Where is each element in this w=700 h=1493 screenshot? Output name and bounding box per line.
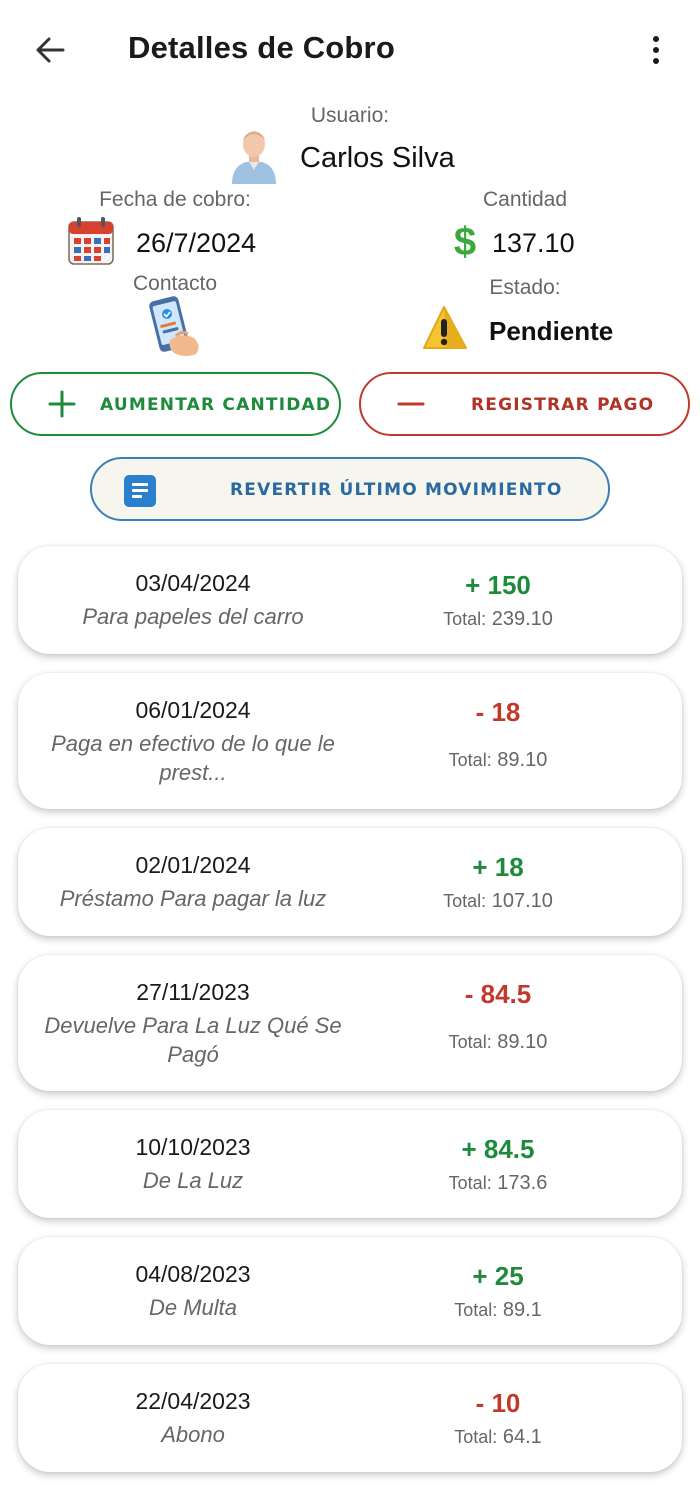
- more-vert-icon: [653, 36, 659, 42]
- register-payment-button[interactable]: REGISTRAR PAGO: [359, 372, 690, 436]
- movement-date: 02/01/2024: [135, 852, 251, 878]
- movement-description: De Multa: [148, 1295, 238, 1320]
- movement-card[interactable]: 02/01/2024 Préstamo Para pagar la luz + …: [18, 828, 682, 936]
- increase-amount-button[interactable]: AUMENTAR CANTIDAD: [10, 372, 341, 436]
- movement-card[interactable]: 27/11/2023 Devuelve Para La Luz Qué Se P…: [18, 955, 682, 1091]
- movement-card[interactable]: 10/10/2023 De La Luz + 84.5 Total: 173.6: [18, 1110, 682, 1218]
- status-value: Pendiente: [489, 316, 614, 346]
- movement-card[interactable]: 22/04/2023 Abono - 10 Total: 64.1: [18, 1364, 682, 1472]
- movement-amount: + 150: [465, 570, 531, 600]
- status-label: Estado:: [489, 276, 561, 299]
- user-avatar-icon: [232, 131, 276, 184]
- movement-description: De La Luz: [142, 1168, 244, 1193]
- amount-value: 137.10: [492, 228, 575, 258]
- movement-date: 06/01/2024: [135, 697, 251, 723]
- movement-total: Total: 64.1: [454, 1426, 542, 1448]
- movement-total: Total: 89.10: [448, 749, 548, 771]
- due-date-value: 26/7/2024: [136, 228, 257, 258]
- increase-amount-label: AUMENTAR CANTIDAD: [100, 395, 332, 415]
- movement-date: 04/08/2023: [135, 1261, 251, 1287]
- movement-description: Paga en efectivo de lo que le prest...: [51, 731, 335, 785]
- movement-card[interactable]: 06/01/2024 Paga en efectivo de lo que le…: [18, 673, 682, 809]
- plus-icon: [48, 390, 76, 418]
- movement-amount: - 84.5: [464, 979, 532, 1009]
- movement-total: Total: 107.10: [443, 890, 553, 912]
- phone-contact-icon[interactable]: [146, 296, 204, 358]
- revert-last-movement-label: REVERTIR ÚLTIMO MOVIMIENTO: [230, 480, 563, 500]
- movement-amount: + 84.5: [461, 1134, 535, 1164]
- movement-date: 22/04/2023: [135, 1388, 251, 1414]
- minus-icon: [397, 402, 425, 406]
- movement-card[interactable]: 04/08/2023 De Multa + 25 Total: 89.1: [18, 1237, 682, 1345]
- movement-amount: + 18: [472, 852, 524, 882]
- movement-date: 27/11/2023: [136, 979, 250, 1005]
- back-button[interactable]: [28, 28, 72, 72]
- amount-label: Cantidad: [482, 188, 568, 211]
- contact-label: Contacto: [132, 272, 218, 295]
- movement-amount: - 18: [475, 697, 521, 727]
- calendar-icon: [68, 217, 114, 265]
- dollar-icon: $: [453, 220, 477, 264]
- movement-total: Total: 89.1: [454, 1299, 542, 1321]
- more-options-button[interactable]: [636, 28, 676, 72]
- arrow-left-icon: [36, 37, 65, 63]
- movement-card[interactable]: 03/04/2024 Para papeles del carro + 150 …: [18, 546, 682, 654]
- user-name: Carlos Silva: [300, 142, 455, 174]
- app-bar: Detalles de Cobro: [0, 0, 700, 100]
- movement-description: Préstamo Para pagar la luz: [59, 886, 327, 911]
- revert-last-movement-button[interactable]: REVERTIR ÚLTIMO MOVIMIENTO: [90, 457, 610, 521]
- movement-total: Total: 173.6: [448, 1172, 548, 1194]
- user-label: Usuario:: [310, 104, 390, 127]
- warning-icon: [423, 306, 467, 349]
- page-title: Detalles de Cobro: [128, 30, 395, 65]
- document-icon: [124, 475, 156, 507]
- movement-date: 10/10/2023: [135, 1134, 251, 1160]
- movement-description: Abono: [161, 1422, 225, 1447]
- movement-description: Para papeles del carro: [82, 604, 304, 629]
- due-date-label: Fecha de cobro:: [99, 188, 251, 211]
- movement-date: 03/04/2024: [135, 570, 251, 596]
- movement-description: Devuelve Para La Luz Qué Se Pagó: [44, 1013, 342, 1067]
- movement-total: Total: 89.10: [448, 1031, 548, 1053]
- register-payment-label: REGISTRAR PAGO: [471, 395, 655, 415]
- movement-total: Total: 239.10: [443, 608, 553, 630]
- movement-amount: + 25: [472, 1261, 524, 1291]
- movement-amount: - 10: [475, 1388, 521, 1418]
